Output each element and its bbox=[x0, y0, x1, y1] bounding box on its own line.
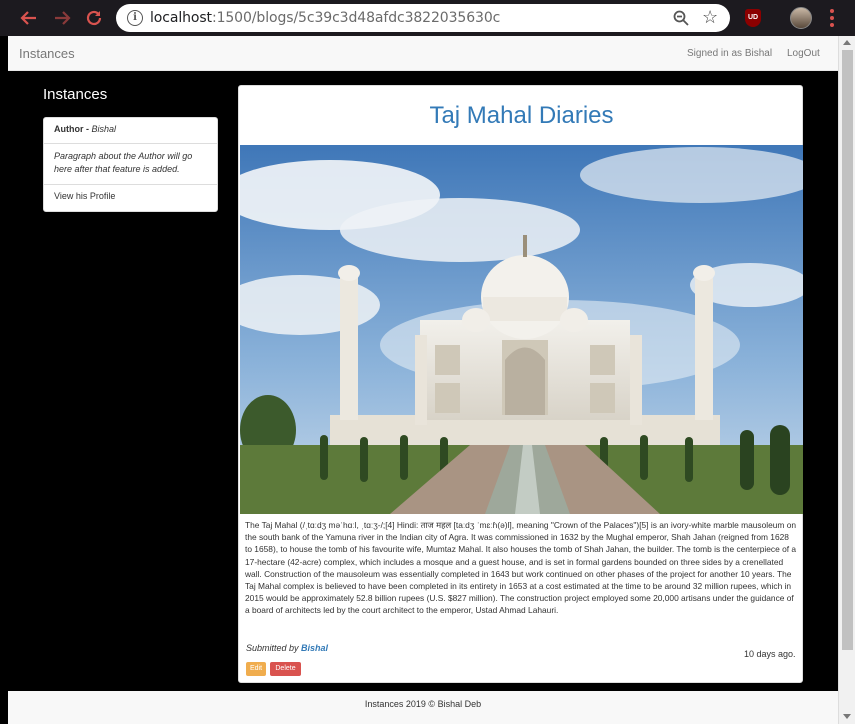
url-text: localhost:1500/blogs/5c39c3d48afdc382203… bbox=[150, 10, 500, 26]
navbar-brand[interactable]: Instances bbox=[19, 46, 75, 61]
browser-viewport: Instances Signed in as Bishal LogOut Ins… bbox=[0, 36, 855, 724]
signed-in-text: Signed in as Bishal bbox=[687, 48, 773, 59]
zoom-icon[interactable] bbox=[672, 9, 690, 27]
author-label: Author - bbox=[54, 124, 92, 134]
scroll-thumb[interactable] bbox=[842, 50, 853, 650]
info-icon[interactable]: i bbox=[127, 10, 143, 26]
edit-button[interactable]: Edit bbox=[246, 662, 266, 676]
forward-arrow-icon[interactable] bbox=[51, 7, 73, 29]
post-timestamp: 10 days ago. bbox=[744, 649, 796, 659]
submitted-author[interactable]: Bishal bbox=[301, 643, 328, 653]
top-navbar: Instances Signed in as Bishal LogOut bbox=[8, 36, 838, 71]
author-panel: Author - Bishal Paragraph about the Auth… bbox=[43, 117, 218, 212]
scroll-up-icon[interactable] bbox=[843, 40, 851, 45]
author-paragraph: Paragraph about the Author will go here … bbox=[44, 144, 217, 185]
star-icon[interactable]: ☆ bbox=[702, 7, 718, 28]
submitted-label: Submitted by bbox=[246, 643, 302, 653]
scroll-down-icon[interactable] bbox=[843, 714, 851, 719]
footer: Instances 2019 © Bishal Deb bbox=[8, 691, 838, 724]
address-bar[interactable]: i localhost:1500/blogs/5c39c3d48afdc3822… bbox=[116, 4, 730, 32]
url-path: :1500/blogs/5c39c3d48afdc3822035630c bbox=[211, 10, 501, 26]
submitted-by: Submitted by Bishal bbox=[246, 643, 328, 653]
taj-mahal-photo bbox=[240, 145, 803, 514]
blog-post-card: Taj Mahal Diaries The Taj Mahal (/ˌtɑːdʒ… bbox=[238, 85, 803, 683]
menu-icon[interactable] bbox=[830, 9, 834, 27]
logout-link[interactable]: LogOut bbox=[787, 48, 820, 59]
delete-button[interactable]: Delete bbox=[270, 662, 301, 676]
url-host: localhost bbox=[150, 10, 212, 26]
extension-icon[interactable]: UD bbox=[745, 9, 761, 27]
browser-toolbar: i localhost:1500/blogs/5c39c3d48afdc3822… bbox=[0, 0, 855, 36]
sidebar-title: Instances bbox=[43, 86, 108, 103]
reload-icon[interactable] bbox=[83, 7, 105, 29]
back-arrow-icon[interactable] bbox=[18, 7, 40, 29]
page-scrollbar[interactable] bbox=[838, 36, 855, 724]
page: Instances Signed in as Bishal LogOut Ins… bbox=[8, 36, 838, 724]
profile-avatar[interactable] bbox=[790, 7, 812, 29]
view-profile-link[interactable]: View his Profile bbox=[44, 185, 217, 212]
author-row: Author - Bishal bbox=[44, 118, 217, 144]
post-body: The Taj Mahal (/ˌtɑːdʒ məˈhɑːl, ˌtɑːʒ-/;… bbox=[245, 520, 797, 616]
post-title: Taj Mahal Diaries bbox=[429, 102, 614, 129]
author-name: Bishal bbox=[91, 124, 117, 134]
